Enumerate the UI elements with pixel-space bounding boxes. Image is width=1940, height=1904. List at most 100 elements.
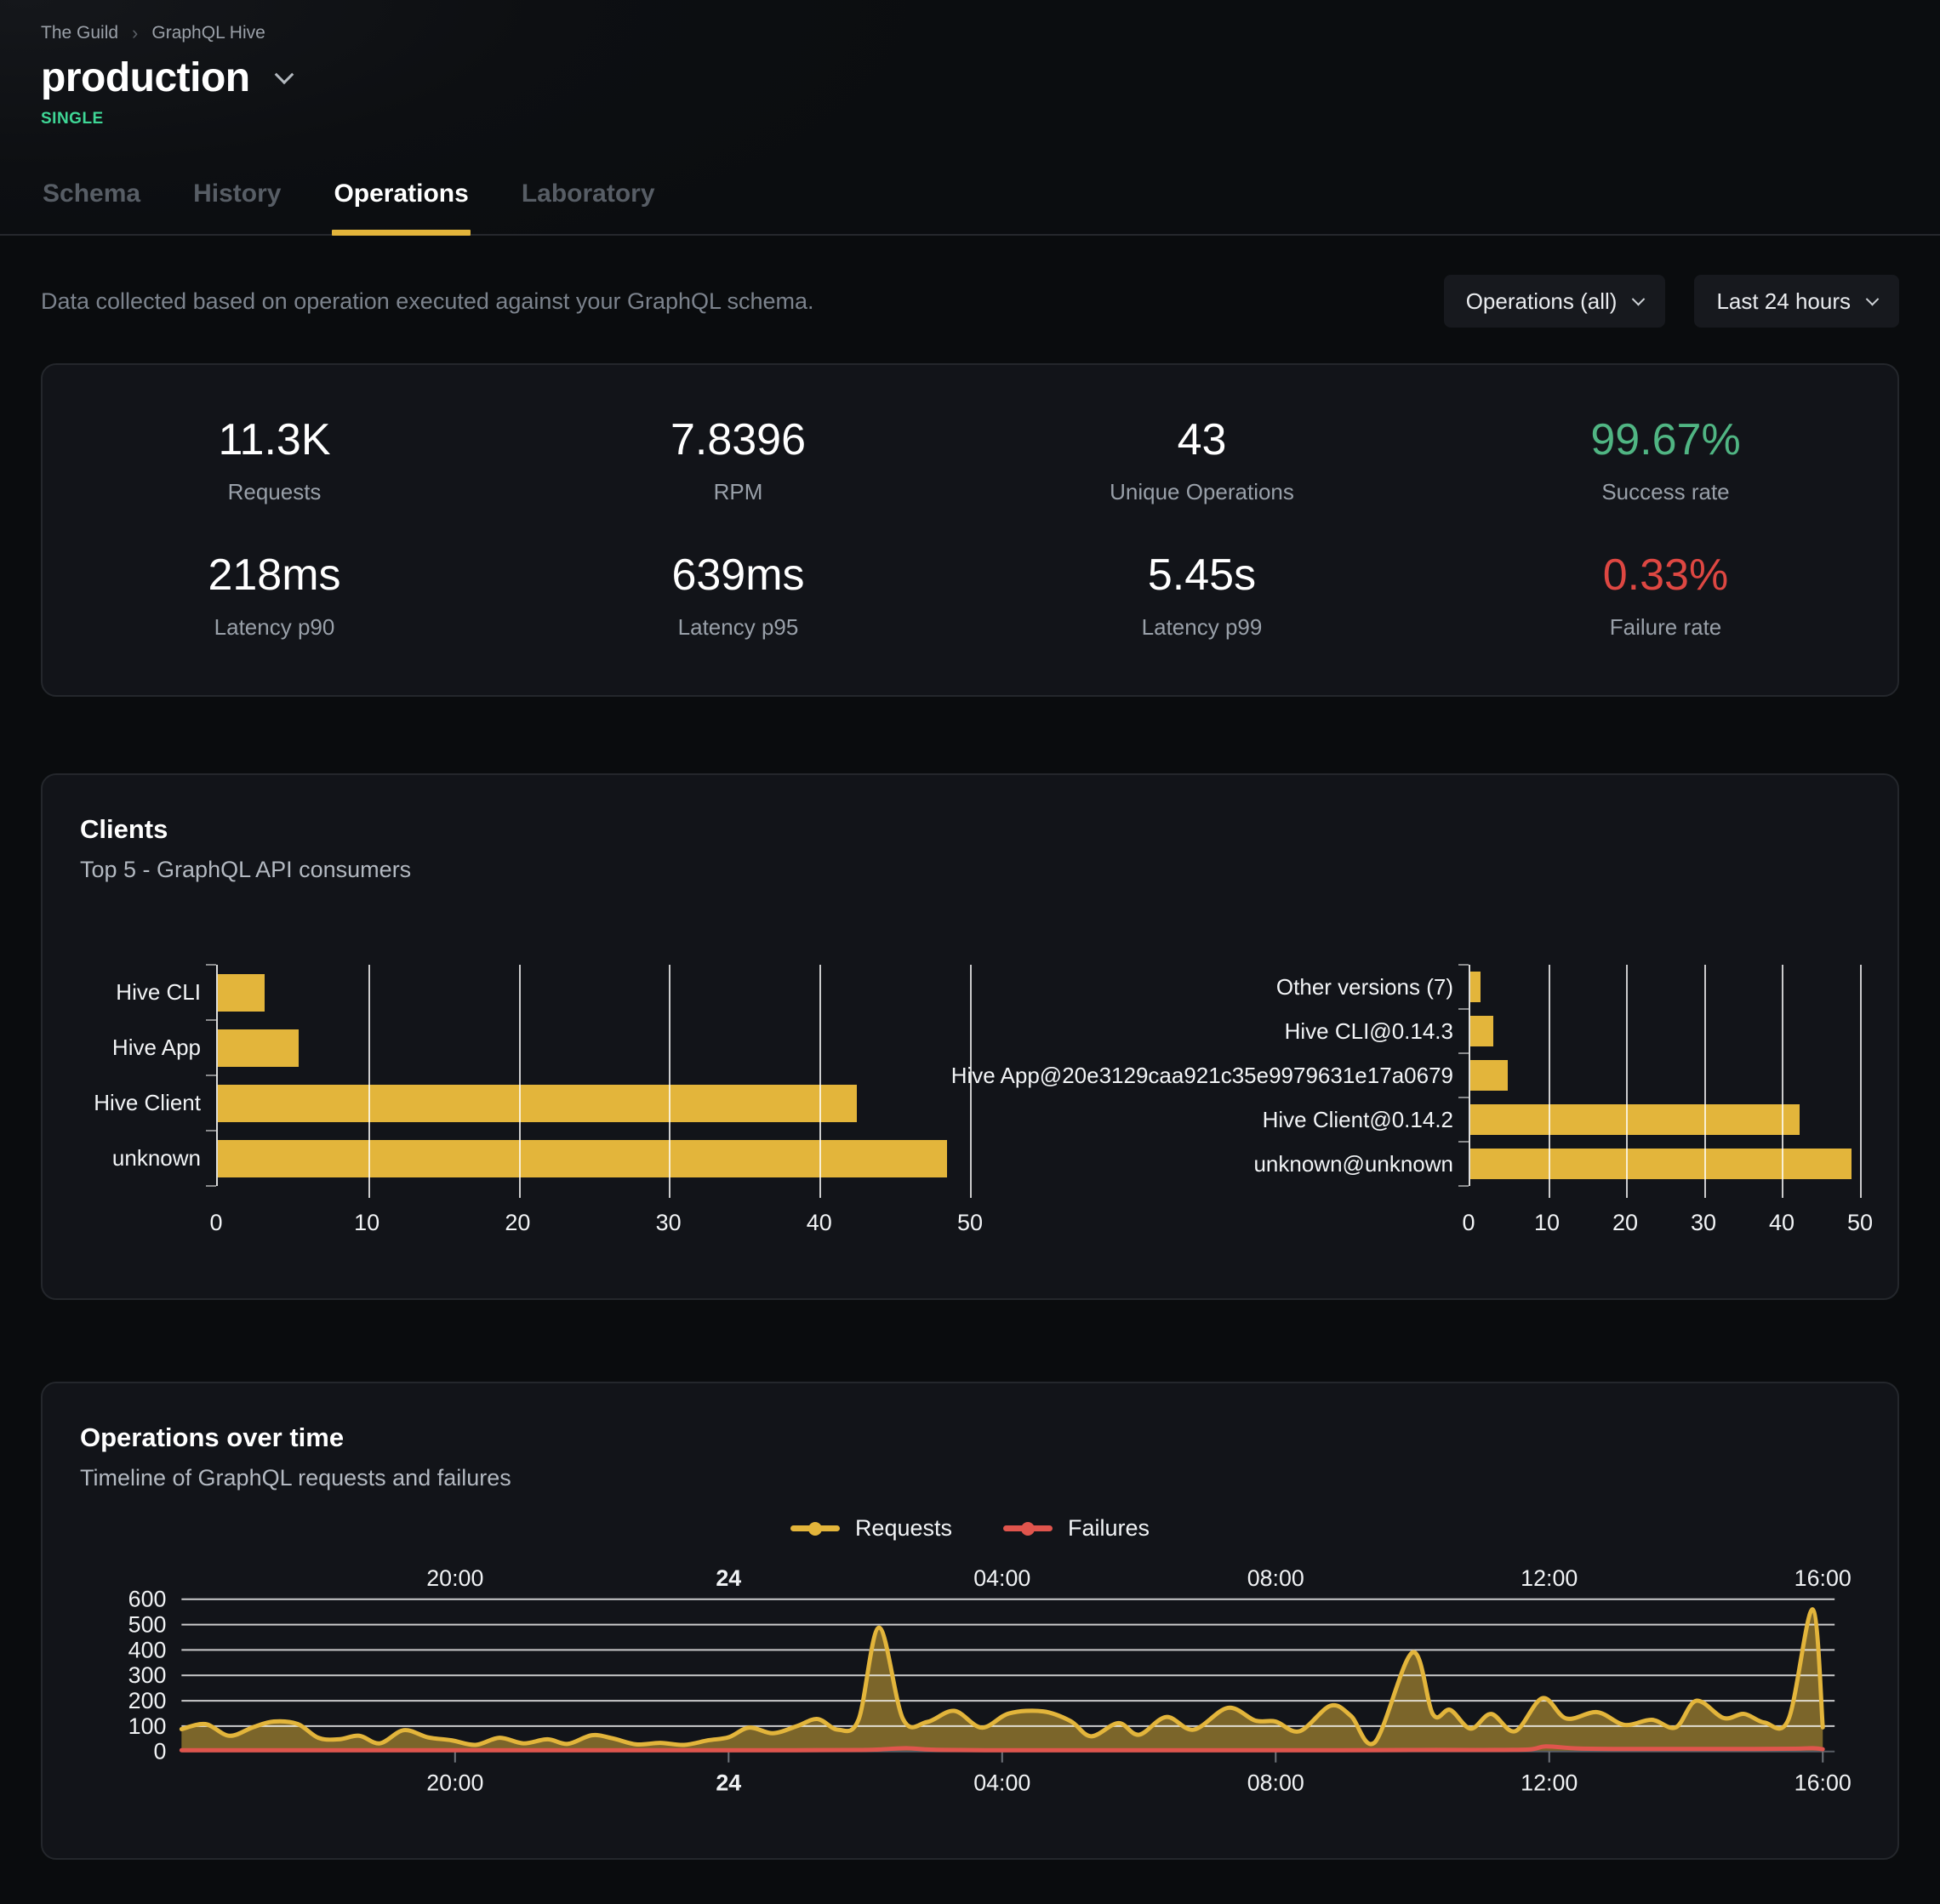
gridline (1704, 965, 1706, 1198)
bar-hive-cli (218, 974, 265, 1012)
category-axis-tick (1458, 1097, 1469, 1098)
breadcrumb-project[interactable]: GraphQL Hive (151, 23, 265, 43)
bar-unknown-unknown (1470, 1149, 1852, 1179)
stat-requests: 11.3K Requests (43, 414, 506, 505)
x-axis-tick-label: 40 (807, 1210, 832, 1236)
bar-label-hive-client-0-14-2: Hive Client@0.14.2 (990, 1097, 1453, 1142)
category-axis-tick (206, 1185, 216, 1187)
bar-label-other-versions-7: Other versions (7) (990, 965, 1453, 1009)
x-axis-top-label: 12:00 (1521, 1565, 1578, 1591)
category-axis-tick (1458, 1141, 1469, 1143)
x-axis-bottom-label: 04:00 (973, 1770, 1030, 1795)
operations-dashboard-page: The Guild › GraphQL Hive production SING… (0, 0, 1940, 1873)
stat-latency-p95: 639ms Latency p95 (506, 550, 970, 641)
stat-value: 43 (970, 414, 1434, 465)
operations-filter-dropdown[interactable]: Operations (all) (1444, 275, 1666, 328)
bar-label-unknown: unknown (80, 1131, 201, 1186)
stat-value: 218ms (43, 550, 506, 601)
stat-label: Requests (43, 479, 506, 505)
stat-latency-p90: 218msLatency p90 (43, 550, 506, 641)
bar-row (1470, 1097, 1860, 1142)
x-axis-top-label: 20:00 (426, 1565, 483, 1591)
timeline-chart: 010020030040050060020:0020:00242404:0004… (80, 1564, 1860, 1827)
x-axis-bottom-label: 08:00 (1247, 1770, 1304, 1795)
stat-value: 639ms (506, 550, 970, 601)
bar-category-labels: Other versions (7)Hive CLI@0.14.3Hive Ap… (990, 965, 1469, 1247)
x-axis-tick-label: 30 (1691, 1210, 1716, 1236)
x-axis-bottom-label: 16:00 (1794, 1770, 1852, 1795)
tab-operations[interactable]: Operations (332, 180, 470, 234)
project-header: The Guild › GraphQL Hive production SING… (0, 0, 1940, 236)
stat-value: 99.67% (1434, 414, 1897, 465)
bar-row (1470, 965, 1860, 1009)
x-axis-top-label: 16:00 (1794, 1565, 1852, 1591)
legend-line-icon (1003, 1525, 1053, 1531)
tab-laboratory[interactable]: Laboratory (520, 180, 657, 234)
breadcrumb-separator-icon: › (132, 22, 138, 44)
bar-plot-area: 01020304050 (1469, 965, 1860, 1247)
bar-row (218, 1020, 970, 1075)
bar-row (218, 1075, 970, 1131)
bar-row (1470, 1053, 1860, 1097)
bar-row (1470, 1142, 1860, 1186)
bar-plot (216, 965, 970, 1186)
x-axis-bottom-label: 20:00 (426, 1770, 483, 1795)
legend-item-failures[interactable]: Failures (1003, 1515, 1150, 1542)
gridline (519, 965, 521, 1198)
clients-card-subtitle: Top 5 - GraphQL API consumers (80, 857, 1860, 883)
bar-label-hive-cli: Hive CLI (80, 965, 201, 1020)
gridline (819, 965, 821, 1198)
stat-value: 11.3K (43, 414, 506, 465)
clients-bar-chart: Hive CLIHive AppHive Clientunknown010203… (80, 965, 970, 1247)
tab-bar: Schema History Operations Laboratory (41, 180, 1899, 234)
stat-value: 0.33% (1434, 550, 1897, 601)
gridline (970, 965, 972, 1198)
bar-row (1470, 1009, 1860, 1053)
legend-item-requests[interactable]: Requests (790, 1515, 952, 1542)
stats-card: 11.3K Requests7.8396RPM43 Unique Operation… (41, 363, 1899, 697)
bar-unknown (218, 1140, 947, 1177)
stat-label: Latency p95 (506, 614, 970, 641)
bar-plot (1469, 965, 1860, 1186)
y-axis-tick-label: 100 (128, 1713, 167, 1739)
category-axis-tick (206, 964, 216, 966)
gridline (1549, 965, 1550, 1198)
stat-value: 5.45s (970, 550, 1434, 601)
stat-label: Latency p99 (970, 614, 1434, 641)
bar-other-versions-7 (1470, 972, 1481, 1002)
x-axis-tick-label: 0 (1462, 1210, 1475, 1236)
stat-label: Unique Operations (970, 479, 1434, 505)
clients-card: Clients Top 5 - GraphQL API consumers Hi… (41, 773, 1899, 1300)
bar-hive-cli-0-14-3 (1470, 1016, 1493, 1046)
stat-failure-rate: 0.33%Failure rate (1434, 550, 1897, 641)
period-filter-dropdown[interactable]: Last 24 hours (1694, 275, 1899, 328)
chevron-down-icon[interactable] (274, 65, 294, 84)
tab-history[interactable]: History (191, 180, 282, 234)
x-axis-tick-label: 20 (505, 1210, 530, 1236)
bar-category-labels: Hive CLIHive AppHive Clientunknown (80, 965, 216, 1247)
chevron-down-icon (1866, 292, 1880, 305)
legend-label: Requests (855, 1515, 952, 1542)
gridline (669, 965, 670, 1198)
clients-card-title: Clients (80, 814, 1860, 845)
toolbar: Data collected based on operation execut… (41, 275, 1899, 328)
bar-row (218, 1131, 970, 1186)
y-axis-tick-label: 500 (128, 1612, 167, 1638)
operations-card-subtitle: Timeline of GraphQL requests and failure… (80, 1465, 1860, 1491)
bar-x-axis: 01020304050 (216, 1200, 970, 1247)
bar-label-hive-cli-0-14-3: Hive CLI@0.14.3 (990, 1009, 1453, 1053)
x-axis-tick-label: 20 (1612, 1210, 1638, 1236)
x-axis-top-label: 24 (716, 1565, 741, 1591)
breadcrumb-org[interactable]: The Guild (41, 23, 118, 43)
bar-label-hive-client: Hive Client (80, 1075, 201, 1131)
category-axis-tick (206, 1130, 216, 1132)
category-axis-tick (1458, 1052, 1469, 1054)
page-description: Data collected based on operation execut… (41, 288, 814, 315)
stat-value: 7.8396 (506, 414, 970, 465)
stat-rpm: 7.8396RPM (506, 414, 970, 505)
operations-filter-label: Operations (all) (1466, 288, 1618, 315)
tab-schema[interactable]: Schema (41, 180, 142, 234)
gridline (368, 965, 370, 1198)
operations-over-time-card: Operations over time Timeline of GraphQL… (41, 1382, 1899, 1860)
project-type-badge: SINGLE (41, 110, 1899, 128)
